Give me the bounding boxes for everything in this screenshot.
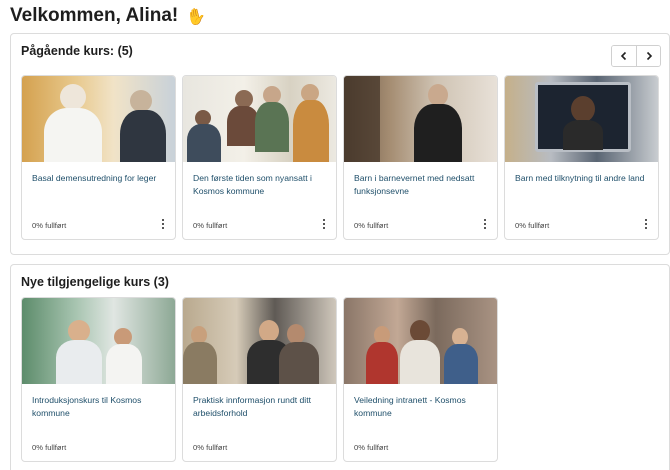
course-thumbnail xyxy=(183,76,336,162)
course-thumbnail xyxy=(22,298,175,384)
ongoing-course-list: Basal demensutredning for leger 0% fullf… xyxy=(21,75,659,240)
course-title: Barn med tilknytning til andre land xyxy=(515,173,645,183)
course-thumbnail xyxy=(22,76,175,162)
chevron-left-icon xyxy=(620,51,627,61)
more-options-icon[interactable] xyxy=(320,217,328,231)
course-card[interactable]: Barn i barnevernet med nedsatt funksjons… xyxy=(343,75,498,240)
carousel-prev-button[interactable] xyxy=(612,46,636,66)
ongoing-courses-section: Pågående kurs: (5) Basal demensutredning… xyxy=(10,33,670,255)
course-title: Introduksjonskurs til Kosmos kommune xyxy=(32,395,142,418)
more-options-icon[interactable] xyxy=(642,217,650,231)
course-progress: 0% fullført xyxy=(32,221,67,230)
course-progress: 0% fullført xyxy=(354,221,389,230)
available-courses-title: Nye tilgjengelige kurs (3) xyxy=(21,275,169,289)
carousel-nav xyxy=(611,45,661,67)
course-thumbnail xyxy=(183,298,336,384)
course-title: Den første tiden som nyansatt i Kosmos k… xyxy=(193,173,312,196)
course-thumbnail xyxy=(344,76,497,162)
course-progress: 0% fullført xyxy=(515,221,550,230)
course-thumbnail xyxy=(344,298,497,384)
waving-hand-icon: ✋ xyxy=(184,4,208,28)
course-title: Praktisk innformasjon rundt ditt arbeids… xyxy=(193,395,311,418)
course-card[interactable]: Barn med tilknytning til andre land 0% f… xyxy=(504,75,659,240)
course-card[interactable]: Praktisk innformasjon rundt ditt arbeids… xyxy=(182,297,337,462)
course-title: Barn i barnevernet med nedsatt funksjons… xyxy=(354,173,475,196)
course-card[interactable]: Basal demensutredning for leger 0% fullf… xyxy=(21,75,176,240)
available-course-list: Introduksjonskurs til Kosmos kommune 0% … xyxy=(21,297,498,462)
course-card[interactable]: Den første tiden som nyansatt i Kosmos k… xyxy=(182,75,337,240)
more-options-icon[interactable] xyxy=(159,217,167,231)
course-progress: 0% fullført xyxy=(354,443,389,452)
available-courses-section: Nye tilgjengelige kurs (3) Introduksjons… xyxy=(10,264,670,470)
course-card[interactable]: Veiledning intranett - Kosmos kommune 0%… xyxy=(343,297,498,462)
course-progress: 0% fullført xyxy=(193,443,228,452)
course-title: Basal demensutredning for leger xyxy=(32,173,157,183)
carousel-next-button[interactable] xyxy=(636,46,660,66)
page-greeting: Velkommen, Alina! ✋ xyxy=(10,4,208,28)
course-card[interactable]: Introduksjonskurs til Kosmos kommune 0% … xyxy=(21,297,176,462)
course-progress: 0% fullført xyxy=(193,221,228,230)
chevron-right-icon xyxy=(646,51,652,61)
more-options-icon[interactable] xyxy=(481,217,489,231)
course-title: Veiledning intranett - Kosmos kommune xyxy=(354,395,466,418)
course-thumbnail xyxy=(505,76,658,162)
course-progress: 0% fullført xyxy=(32,443,67,452)
ongoing-courses-title: Pågående kurs: (5) xyxy=(21,44,133,58)
greeting-text: Velkommen, Alina! xyxy=(10,5,179,26)
